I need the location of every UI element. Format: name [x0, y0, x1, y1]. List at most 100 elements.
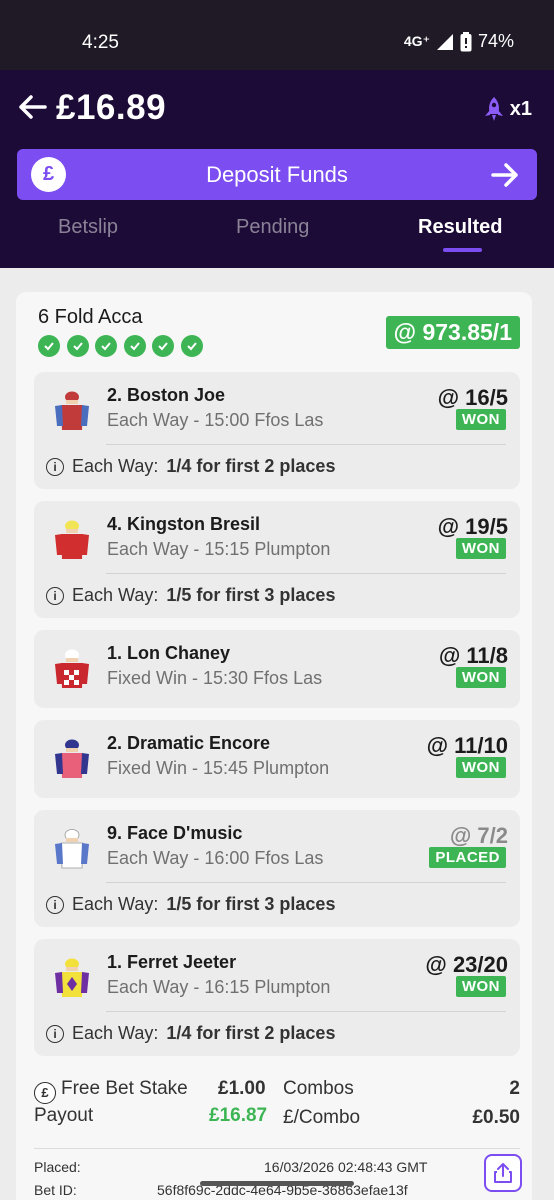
bet-card: 6 Fold Acca @ 973.85/1 2. Boston Joe Eac…: [16, 292, 532, 1200]
each-way-terms: i Each Way: 1/5 for first 3 places: [46, 585, 335, 606]
market-info: Fixed Win - 15:30 Ffos Las: [107, 668, 323, 688]
account-balance: £16.89: [56, 88, 167, 127]
horse-name: 4. Kingston Bresil: [107, 514, 261, 534]
status-indicators: 4G⁺ 74%: [404, 31, 514, 52]
battery-icon: [460, 31, 472, 51]
result-badge: WON: [455, 757, 506, 778]
divider: [106, 573, 506, 574]
result-badge: PLACED: [429, 847, 506, 868]
acca-odds-badge: @ 973.85/1: [385, 316, 520, 349]
horse-name: 2. Dramatic Encore: [107, 733, 271, 753]
stake-label: Free Bet Stake: [61, 1078, 188, 1099]
horse-name: 9. Face D'music: [107, 823, 243, 843]
each-way-terms: i Each Way: 1/4 for first 2 places: [46, 1023, 335, 1044]
deposit-funds-label: Deposit Funds: [206, 161, 348, 187]
boost-indicator[interactable]: x1: [482, 96, 532, 122]
selection-odds: @ 7/2: [449, 823, 508, 848]
stake-value: £1.00: [218, 1078, 266, 1099]
each-way-terms: i Each Way: 1/4 for first 2 places: [46, 456, 335, 477]
each-way-terms: i Each Way: 1/5 for first 3 places: [46, 894, 335, 915]
info-icon: i: [46, 457, 64, 476]
each-way-terms-value: 1/4 for first 2 places: [166, 1023, 336, 1043]
result-badge: WON: [455, 976, 506, 997]
info-icon: i: [46, 1024, 64, 1043]
bet-tabs: Betslip Pending Resulted: [0, 210, 554, 268]
pound-icon: £: [31, 157, 66, 192]
jockey-silk-icon: [55, 829, 89, 869]
network-type: 4G⁺: [403, 33, 430, 49]
check-icon: [66, 335, 89, 357]
horse-name: 2. Boston Joe: [107, 385, 226, 405]
market-info: Each Way - 16:15 Plumpton: [107, 977, 331, 997]
tab-pending[interactable]: Pending: [236, 216, 309, 239]
check-icon: [123, 335, 146, 357]
leg-results: [38, 335, 203, 357]
status-bar: 4:25 4G⁺ 74%: [0, 0, 554, 70]
market-info: Fixed Win - 15:45 Plumpton: [107, 758, 330, 778]
app-header: £16.89 x1 £ Deposit Funds Betslip Pendin…: [0, 70, 554, 268]
divider: [34, 1148, 520, 1149]
arrow-right-icon: [491, 163, 518, 187]
per-combo-label: £/Combo: [283, 1107, 361, 1128]
check-icon: [180, 335, 203, 357]
info-icon: i: [46, 895, 64, 914]
tab-resulted[interactable]: Resulted: [418, 216, 502, 239]
selection-card: 1. Lon Chaney Fixed Win - 15:30 Ffos Las…: [34, 630, 520, 708]
market-info: Each Way - 15:15 Plumpton: [107, 539, 331, 559]
selection-card: 4. Kingston Bresil Each Way - 15:15 Plum…: [34, 501, 520, 618]
divider: [106, 882, 506, 883]
jockey-silk-icon: [55, 520, 89, 559]
bet-id-label: Bet ID:: [34, 1182, 77, 1198]
back-arrow-icon[interactable]: [17, 92, 47, 122]
placed-value: 16/03/2026 02:48:43 GMT: [264, 1159, 428, 1175]
check-icon: [38, 335, 60, 357]
share-icon: [494, 1163, 512, 1183]
each-way-label: Each Way:: [72, 894, 159, 914]
free-bet-icon: £: [34, 1081, 56, 1104]
each-way-label: Each Way:: [72, 585, 159, 605]
combos-value: 2: [509, 1078, 520, 1099]
active-tab-indicator: [443, 248, 482, 252]
payout-label: Payout: [34, 1105, 94, 1126]
market-info: Each Way - 16:00 Ffos Las: [107, 848, 324, 868]
result-badge: WON: [455, 409, 506, 430]
rocket-icon: [484, 97, 503, 121]
check-icon: [95, 335, 117, 357]
deposit-funds-button[interactable]: £ Deposit Funds: [17, 149, 537, 200]
stake-label-row: £ Free Bet Stake: [34, 1078, 188, 1104]
divider: [106, 1011, 506, 1012]
selection-odds: @ 23/20: [425, 952, 508, 977]
each-way-terms-value: 1/5 for first 3 places: [166, 894, 336, 914]
boost-count: x1: [509, 97, 532, 120]
home-indicator: [200, 1181, 354, 1186]
status-time: 4:25: [82, 32, 119, 53]
jockey-silk-icon: [55, 649, 89, 688]
check-icon: [152, 335, 174, 357]
selection-odds: @ 16/5: [437, 385, 508, 410]
jockey-silk-icon: [55, 958, 89, 997]
combos-label: Combos: [283, 1078, 354, 1099]
tab-betslip[interactable]: Betslip: [58, 216, 118, 239]
each-way-label: Each Way:: [72, 456, 159, 476]
per-combo-value: £0.50: [472, 1107, 520, 1128]
selection-odds: @ 11/8: [438, 643, 508, 668]
share-button[interactable]: [484, 1154, 522, 1192]
selection-card: 1. Ferret Jeeter Each Way - 16:15 Plumpt…: [34, 939, 520, 1056]
horse-name: 1. Ferret Jeeter: [107, 952, 237, 972]
result-badge: WON: [455, 538, 506, 559]
each-way-terms-value: 1/5 for first 3 places: [166, 585, 336, 605]
jockey-silk-icon: [55, 391, 89, 430]
divider: [106, 444, 506, 445]
info-icon: i: [46, 586, 64, 605]
payout-value: £16.87: [209, 1105, 268, 1126]
placed-label: Placed:: [34, 1159, 81, 1175]
selection-card: 9. Face D'music Each Way - 16:00 Ffos La…: [34, 810, 520, 927]
jockey-silk-icon: [55, 739, 89, 778]
bet-type-title: 6 Fold Acca: [38, 306, 143, 328]
each-way-label: Each Way:: [72, 1023, 159, 1043]
selection-card: 2. Boston Joe Each Way - 15:00 Ffos Las …: [34, 372, 520, 489]
selection-odds: @ 19/5: [437, 514, 508, 539]
signal-icon: [436, 33, 453, 50]
result-badge: WON: [455, 667, 506, 688]
horse-name: 1. Lon Chaney: [107, 643, 231, 663]
